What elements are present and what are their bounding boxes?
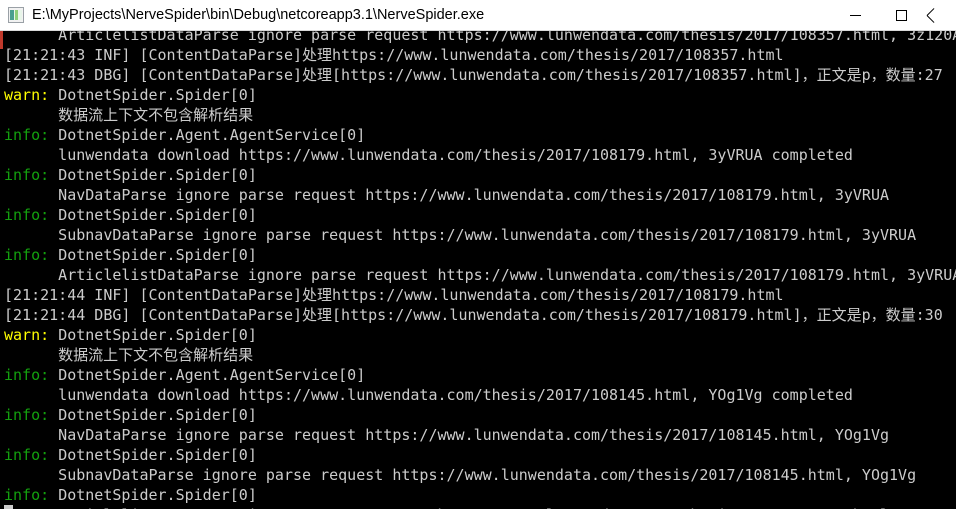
window-controls bbox=[832, 0, 956, 30]
console-app-icon bbox=[8, 7, 24, 23]
console-window: E:\MyProjects\NerveSpider\bin\Debug\netc… bbox=[0, 0, 956, 509]
console-line-text: DotnetSpider.Spider[0] bbox=[58, 326, 257, 344]
maximize-button[interactable] bbox=[878, 0, 924, 30]
console-line: SubnavDataParse ignore parse request htt… bbox=[0, 225, 956, 245]
console-line: lunwendata download https://www.lunwenda… bbox=[0, 145, 956, 165]
log-level-info: info: bbox=[4, 486, 59, 504]
title-bar[interactable]: E:\MyProjects\NerveSpider\bin\Debug\netc… bbox=[0, 0, 956, 31]
console-line: warn: DotnetSpider.Spider[0] bbox=[0, 85, 956, 105]
log-level-info: info: bbox=[4, 126, 59, 144]
log-level-info: info: bbox=[4, 206, 59, 224]
console-line-list: ArticlelistDataParse ignore parse reques… bbox=[0, 31, 956, 509]
console-line: 数据流上下文不包含解析结果 bbox=[0, 345, 956, 365]
minimize-icon bbox=[849, 14, 861, 16]
minimize-button[interactable] bbox=[832, 0, 878, 30]
console-line-text: [21:21:44 INF] [ContentDataParse]处理https… bbox=[4, 286, 784, 304]
console-line-text: lunwendata download https://www.lunwenda… bbox=[4, 386, 853, 404]
console-line: SubnavDataParse ignore parse request htt… bbox=[0, 465, 956, 485]
log-level-warn: warn: bbox=[4, 326, 59, 344]
console-line: [21:21:43 INF] [ContentDataParse]处理https… bbox=[0, 45, 956, 65]
console-line: [21:21:43 DBG] [ContentDataParse]处理[http… bbox=[0, 65, 956, 85]
console-line: ArticlelistDataParse ignore parse reques… bbox=[0, 505, 956, 509]
console-line-text: DotnetSpider.Spider[0] bbox=[58, 246, 257, 264]
log-level-warn: warn: bbox=[4, 86, 59, 104]
console-line: lunwendata download https://www.lunwenda… bbox=[0, 385, 956, 405]
console-line-text: SubnavDataParse ignore parse request htt… bbox=[4, 466, 917, 484]
log-level-info: info: bbox=[4, 166, 59, 184]
log-level-info: info: bbox=[4, 446, 59, 464]
log-level-info: info: bbox=[4, 246, 59, 264]
console-line-text: DotnetSpider.Spider[0] bbox=[58, 166, 257, 184]
console-line-text: NavDataParse ignore parse request https:… bbox=[4, 426, 890, 444]
console-line-text: DotnetSpider.Agent.AgentService[0] bbox=[58, 366, 366, 384]
console-line: ArticlelistDataParse ignore parse reques… bbox=[0, 265, 956, 285]
close-button[interactable] bbox=[924, 0, 956, 30]
console-line-text: 数据流上下文不包含解析结果 bbox=[4, 346, 254, 364]
console-line: info: DotnetSpider.Spider[0] bbox=[0, 485, 956, 505]
console-line: info: DotnetSpider.Spider[0] bbox=[0, 205, 956, 225]
console-line-text: DotnetSpider.Spider[0] bbox=[58, 86, 257, 104]
console-line-text: NavDataParse ignore parse request https:… bbox=[4, 186, 890, 204]
console-line: ArticlelistDataParse ignore parse reques… bbox=[0, 31, 956, 45]
console-line: info: DotnetSpider.Agent.AgentService[0] bbox=[0, 125, 956, 145]
text-cursor bbox=[4, 505, 13, 509]
console-line-text: 数据流上下文不包含解析结果 bbox=[4, 106, 254, 124]
console-line: info: DotnetSpider.Spider[0] bbox=[0, 445, 956, 465]
console-line-text: [21:21:43 DBG] [ContentDataParse]处理[http… bbox=[4, 66, 943, 84]
console-line-text: DotnetSpider.Spider[0] bbox=[58, 206, 257, 224]
console-line: info: DotnetSpider.Agent.AgentService[0] bbox=[0, 365, 956, 385]
console-line-text: DotnetSpider.Spider[0] bbox=[58, 446, 257, 464]
log-level-info: info: bbox=[4, 406, 59, 424]
log-level-info: info: bbox=[4, 366, 59, 384]
console-line-text: [21:21:44 DBG] [ContentDataParse]处理[http… bbox=[4, 306, 943, 324]
console-line: 数据流上下文不包含解析结果 bbox=[0, 105, 956, 125]
console-line-text: SubnavDataParse ignore parse request htt… bbox=[4, 226, 917, 244]
console-line-text: DotnetSpider.Spider[0] bbox=[58, 406, 257, 424]
console-line: NavDataParse ignore parse request https:… bbox=[0, 425, 956, 445]
console-line: [21:21:44 INF] [ContentDataParse]处理https… bbox=[0, 285, 956, 305]
console-line-text: DotnetSpider.Agent.AgentService[0] bbox=[58, 126, 366, 144]
console-line: [21:21:44 DBG] [ContentDataParse]处理[http… bbox=[0, 305, 956, 325]
maximize-icon bbox=[895, 9, 907, 21]
console-line: warn: DotnetSpider.Spider[0] bbox=[0, 325, 956, 345]
console-line-text: lunwendata download https://www.lunwenda… bbox=[4, 146, 853, 164]
console-line: NavDataParse ignore parse request https:… bbox=[0, 185, 956, 205]
console-line: info: DotnetSpider.Spider[0] bbox=[0, 245, 956, 265]
window-title: E:\MyProjects\NerveSpider\bin\Debug\netc… bbox=[32, 7, 485, 23]
console-line-text: DotnetSpider.Spider[0] bbox=[58, 486, 257, 504]
console-line-text: ArticlelistDataParse ignore parse reques… bbox=[4, 31, 956, 44]
close-icon bbox=[926, 8, 940, 22]
console-output-area[interactable]: ArticlelistDataParse ignore parse reques… bbox=[0, 31, 956, 509]
console-line: info: DotnetSpider.Spider[0] bbox=[0, 165, 956, 185]
console-line: info: DotnetSpider.Spider[0] bbox=[0, 405, 956, 425]
console-line-text: [21:21:43 INF] [ContentDataParse]处理https… bbox=[4, 46, 784, 64]
console-line-text: ArticlelistDataParse ignore parse reques… bbox=[4, 266, 956, 284]
